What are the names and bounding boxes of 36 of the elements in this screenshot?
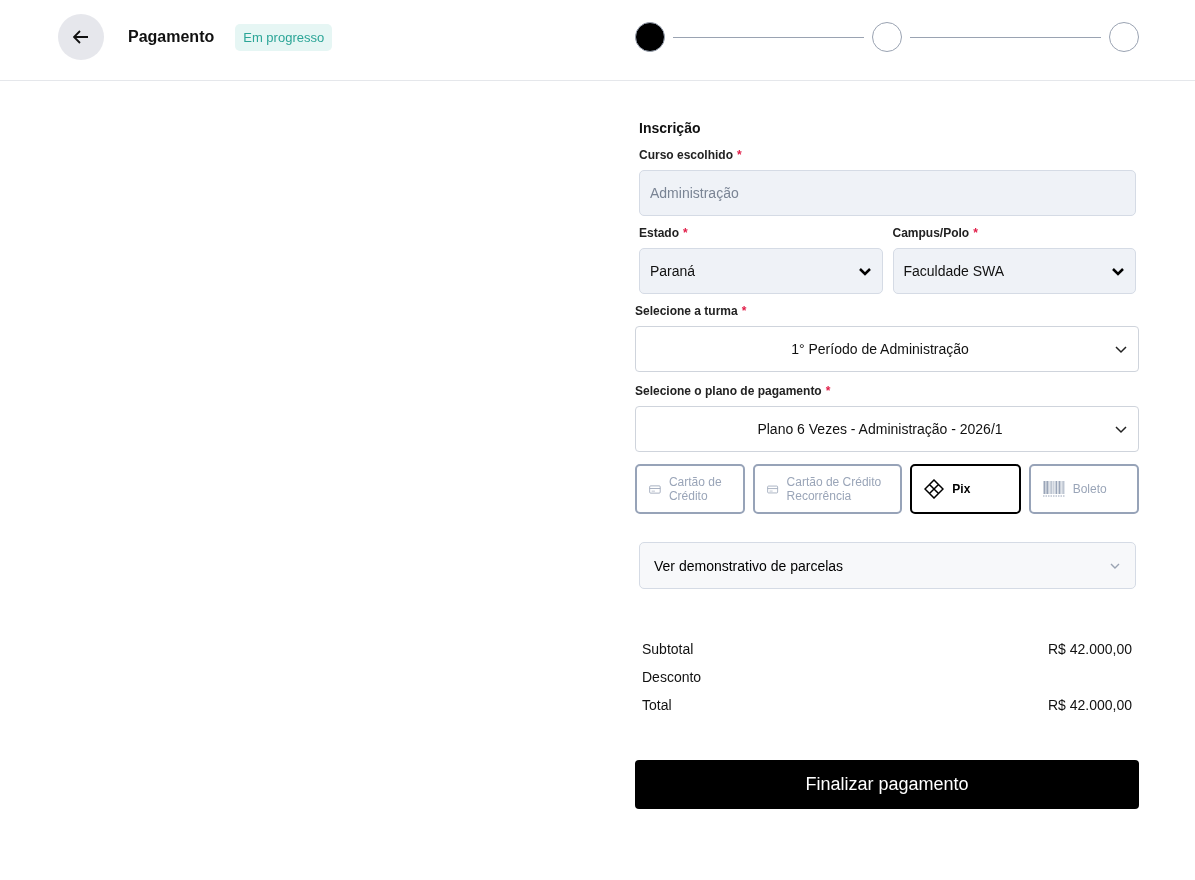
summary-label: Total <box>642 697 672 715</box>
payment-plan-select[interactable]: Plano 6 Vezes - Administração - 2026/1 <box>635 406 1139 452</box>
installments-dropdown[interactable]: Ver demonstrativo de parcelas <box>639 542 1136 589</box>
summary-label: Subtotal <box>642 641 694 659</box>
payment-method-button[interactable]: Pix <box>910 464 1021 514</box>
state-select[interactable]: Paraná <box>639 248 883 294</box>
field-label: Curso escolhido <box>639 148 733 162</box>
credit-card-icon <box>649 482 661 496</box>
field-label: Campus/Polo <box>892 226 970 240</box>
chevron-icon <box>1109 561 1121 570</box>
field-label: Selecione a turma <box>635 304 738 318</box>
summary-value: R$ 42.000,00 <box>1047 697 1132 715</box>
credit-card-icon <box>767 482 779 496</box>
summary-value: R$ 42.000,00 <box>1047 641 1132 659</box>
field-label: Selecione o plano de pagamento <box>635 384 822 398</box>
campus-select[interactable]: Faculdade SWA <box>892 248 1136 294</box>
required-mark: * <box>741 304 747 318</box>
finalize-payment-button[interactable]: Finalizar pagamento <box>635 760 1139 809</box>
page-title: Pagamento <box>128 28 215 46</box>
chevron-down-icon <box>1111 266 1125 276</box>
required-mark: * <box>973 226 978 240</box>
barcode-icon <box>1042 481 1065 497</box>
status-badge: Em progresso <box>235 23 333 51</box>
required-mark: * <box>737 148 742 162</box>
section-title: Inscrição <box>639 120 701 136</box>
field-label: Estado <box>639 226 679 240</box>
diamond-icon <box>924 479 945 499</box>
chevron-down-icon <box>1114 424 1128 434</box>
summary-label: Desconto <box>642 669 702 687</box>
required-mark: * <box>683 226 688 240</box>
chevron-down-icon <box>1114 344 1128 354</box>
class-select[interactable]: 1° Período de Administração <box>635 326 1139 372</box>
chevron-down-icon <box>857 266 872 276</box>
back-button[interactable] <box>58 14 104 60</box>
back-arrow-icon <box>73 30 89 44</box>
required-mark: * <box>825 384 831 398</box>
